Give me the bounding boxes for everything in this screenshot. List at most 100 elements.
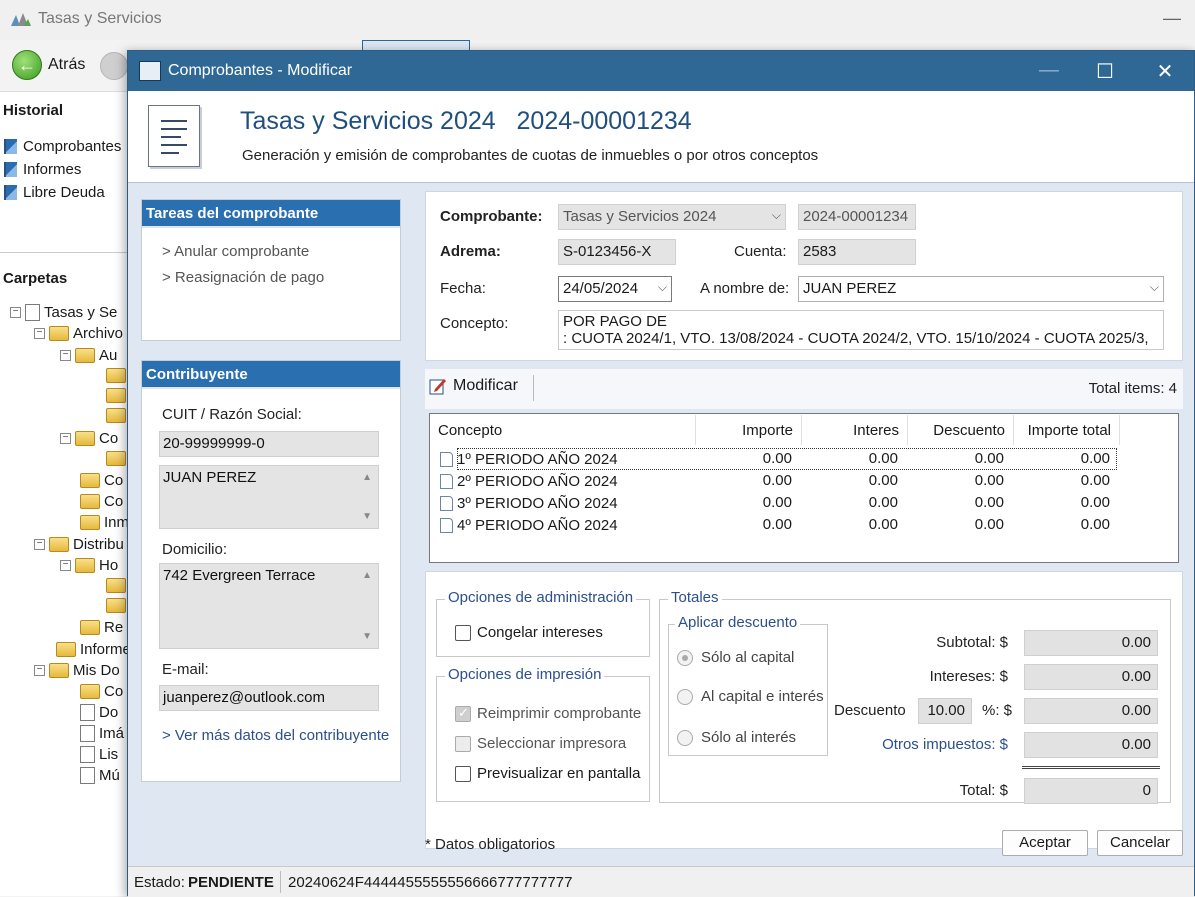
descuento-field[interactable]: 0.00: [1024, 698, 1158, 724]
tree-item[interactable]: Do: [80, 704, 118, 721]
concepto-textarea[interactable]: POR PAGO DE : CUOTA 2024/1, VTO. 13/08/2…: [558, 310, 1164, 350]
table-row[interactable]: 2º PERIODO AÑO 2024 0.00 0.00 0.00 0.00: [430, 470, 1120, 492]
a-nombre-select[interactable]: JUAN PEREZ ⌵: [798, 276, 1164, 302]
tree-item[interactable]: [106, 578, 126, 593]
tree-item[interactable]: [106, 598, 126, 613]
column-header-concepto[interactable]: Concepto: [438, 415, 696, 445]
row-document-icon: [440, 495, 453, 511]
tree-item[interactable]: Co: [80, 683, 123, 700]
scroll-up-icon[interactable]: ▲: [362, 570, 372, 581]
domicilio-field[interactable]: 742 Evergreen Terrace ▲ ▼: [159, 563, 379, 649]
toolbar-separator: [533, 375, 534, 401]
tree-item[interactable]: [106, 451, 126, 466]
totales-title: Totales: [668, 589, 722, 606]
total-items: Total items: 4: [1088, 380, 1177, 397]
close-icon[interactable]: ✕: [1150, 59, 1180, 84]
column-header-interes[interactable]: Interes: [802, 415, 908, 445]
tree-item[interactable]: Co: [80, 493, 123, 510]
column-header-importe-total[interactable]: Importe total: [1014, 415, 1120, 445]
forward-button[interactable]: [100, 52, 128, 80]
radio-solo-interes[interactable]: Sólo al interés: [677, 729, 796, 746]
descuento-porcentaje-field[interactable]: 10.00: [918, 698, 972, 724]
dialog-header: Tasas y Servicios 2024 2024-00001234 Gen…: [128, 91, 1194, 183]
tree-item[interactable]: − Ho: [60, 557, 118, 574]
email-label: E-mail:: [162, 661, 209, 678]
fecha-datepicker[interactable]: 24/05/2024 ⌵: [558, 276, 672, 302]
tree-item[interactable]: Inm: [80, 514, 129, 531]
estado-label: Estado:: [134, 874, 185, 891]
opciones-administracion-title: Opciones de administración: [445, 589, 637, 606]
tree-item[interactable]: Mú: [80, 767, 120, 784]
scroll-up-icon[interactable]: ▲: [362, 472, 372, 483]
ver-mas-datos-link[interactable]: > Ver más datos del contribuyente: [162, 727, 389, 744]
seleccionar-impresora-checkbox[interactable]: Seleccionar impresora: [455, 735, 626, 752]
tree-item[interactable]: Co: [80, 472, 123, 489]
checkbox-icon: [455, 624, 471, 641]
tree-item[interactable]: − Tasas y Se: [10, 304, 117, 321]
previsualizar-checkbox[interactable]: Previsualizar en pantalla: [455, 765, 640, 782]
tree-item[interactable]: − Mis Do: [34, 662, 120, 679]
options-totals-area: Opciones de administración Congelar inte…: [425, 571, 1183, 849]
tree-item[interactable]: [106, 368, 126, 383]
comprobante-label: Comprobante:: [440, 208, 543, 225]
scroll-down-icon[interactable]: ▼: [362, 511, 372, 522]
comprobante-tipo-select[interactable]: Tasas y Servicios 2024 ⌵: [558, 204, 786, 230]
back-button[interactable]: ← Atrás: [12, 50, 85, 80]
minimize-icon[interactable]: —: [1034, 59, 1064, 82]
column-header-descuento[interactable]: Descuento: [908, 415, 1014, 445]
tree-item[interactable]: [106, 408, 126, 423]
historial-item-libre-deuda[interactable]: Libre Deuda: [4, 184, 105, 201]
tree-item[interactable]: − Archivo: [34, 325, 123, 342]
tree-item[interactable]: − Co: [60, 430, 118, 447]
table-row[interactable]: 1º PERIODO AÑO 2024 0.00 0.00 0.00 0.00: [430, 448, 1120, 470]
minimize-icon[interactable]: —: [1163, 8, 1181, 29]
otros-impuestos-link[interactable]: Otros impuestos: $: [882, 736, 1008, 753]
tree-item[interactable]: [106, 388, 126, 403]
adrema-field[interactable]: S-0123456-X: [558, 239, 676, 265]
congelar-intereses-checkbox[interactable]: Congelar intereses: [455, 624, 603, 641]
subtotal-field[interactable]: 0.00: [1024, 630, 1158, 656]
modificar-button[interactable]: Modificar: [429, 377, 518, 395]
table-row[interactable]: 4º PERIODO AÑO 2024 0.00 0.00 0.00 0.00: [430, 514, 1120, 536]
historial-item-informes[interactable]: Informes: [4, 161, 81, 178]
tree-item[interactable]: Imá: [80, 725, 124, 742]
tree-item[interactable]: Re: [80, 619, 123, 636]
toolbar-tab-highlight: [362, 40, 470, 50]
back-label: Atrás: [48, 56, 86, 73]
radio-capital-e-interes[interactable]: Al capital e interés: [677, 688, 824, 705]
total-field[interactable]: 0: [1024, 778, 1158, 804]
app-node-icon: [25, 304, 40, 321]
intereses-label: Intereses: $: [929, 668, 1008, 685]
scroll-down-icon[interactable]: ▼: [362, 631, 372, 642]
status-separator: [280, 871, 281, 893]
historial-item-comprobantes[interactable]: Comprobantes: [4, 138, 121, 155]
main-window-title: Tasas y Servicios: [38, 10, 162, 27]
tree-item[interactable]: Lis: [80, 746, 118, 763]
reasignacion-pago-link[interactable]: > Reasignación de pago: [162, 269, 324, 286]
aceptar-button[interactable]: Aceptar: [1002, 830, 1088, 856]
cancelar-button[interactable]: Cancelar: [1097, 830, 1183, 856]
email-field[interactable]: juanperez@outlook.com: [159, 685, 379, 711]
folder-icon: [75, 431, 95, 446]
cuit-field[interactable]: 20-99999999-0: [159, 431, 379, 457]
tree-item[interactable]: Informe: [56, 641, 131, 658]
intereses-field[interactable]: 0.00: [1024, 664, 1158, 690]
maximize-icon[interactable]: ☐: [1090, 59, 1120, 84]
folder-icon: [80, 620, 100, 635]
cuenta-field[interactable]: 2583: [798, 239, 916, 265]
contribuyente-panel: Contribuyente CUIT / Razón Social: 20-99…: [141, 360, 401, 782]
cuit-label: CUIT / Razón Social:: [162, 406, 302, 423]
tree-item[interactable]: − Distribu: [34, 536, 124, 553]
checkbox-icon: [455, 735, 471, 752]
comprobante-numero-field[interactable]: 2024-00001234: [798, 204, 916, 230]
otros-impuestos-field[interactable]: 0.00: [1024, 732, 1158, 758]
radio-solo-capital[interactable]: Sólo al capital: [677, 649, 794, 666]
comprobante-codigo: 20240624F4444455555556666777777777: [288, 874, 573, 891]
table-row[interactable]: 3º PERIODO AÑO 2024 0.00 0.00 0.00 0.00: [430, 492, 1120, 514]
anular-comprobante-link[interactable]: > Anular comprobante: [162, 243, 309, 260]
razon-social-field[interactable]: JUAN PEREZ ▲ ▼: [159, 465, 379, 529]
tree-item[interactable]: − Au: [60, 347, 117, 364]
subtotal-label: Subtotal: $: [936, 634, 1008, 651]
reimprimir-checkbox[interactable]: Reimprimir comprobante: [455, 705, 641, 722]
column-header-importe[interactable]: Importe: [696, 415, 802, 445]
